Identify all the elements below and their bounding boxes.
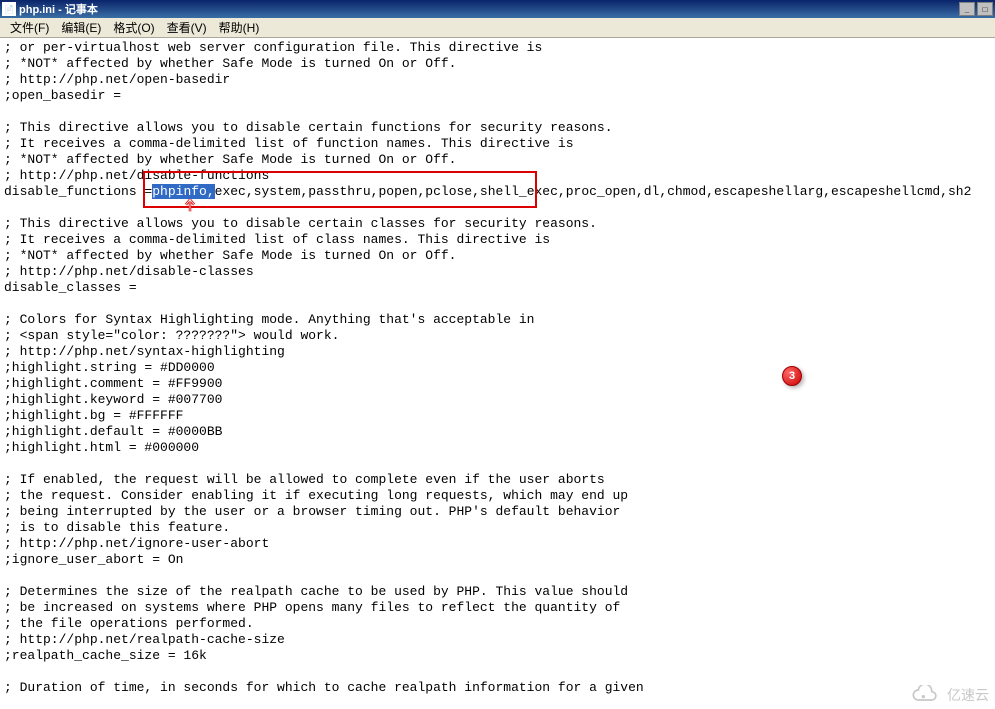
menu-help[interactable]: 帮助(H) <box>213 17 266 38</box>
window-title: php.ini - 记事本 <box>19 1 98 17</box>
text-line <box>4 296 991 312</box>
text-line: disable_functions =phpinfo,exec,system,p… <box>4 184 991 200</box>
watermark: 亿速云 <box>907 685 989 705</box>
text-line: ; It receives a comma-delimited list of … <box>4 232 991 248</box>
menu-view[interactable]: 查看(V) <box>161 17 213 38</box>
watermark-text: 亿速云 <box>947 685 989 705</box>
text-line: ; This directive allows you to disable c… <box>4 216 991 232</box>
text-line: ; is to disable this feature. <box>4 520 991 536</box>
editor-area[interactable]: ; or per-virtualhost web server configur… <box>0 38 995 709</box>
text-line: ; It receives a comma-delimited list of … <box>4 136 991 152</box>
text-line <box>4 104 991 120</box>
text-segment: exec,system,passthru,popen,pclose,shell_… <box>215 184 972 199</box>
text-line: ; Duration of time, in seconds for which… <box>4 680 991 696</box>
text-line: ; Determines the size of the realpath ca… <box>4 584 991 600</box>
text-line: ; http://php.net/open-basedir <box>4 72 991 88</box>
cloud-icon <box>907 685 943 705</box>
text-line: ; be increased on systems where PHP open… <box>4 600 991 616</box>
notepad-icon: 📄 <box>2 2 16 16</box>
text-line: disable_classes = <box>4 280 991 296</box>
menu-format[interactable]: 格式(O) <box>107 17 160 38</box>
menu-edit[interactable]: 编辑(E) <box>55 17 107 38</box>
text-line <box>4 568 991 584</box>
text-line: ; *NOT* affected by whether Safe Mode is… <box>4 56 991 72</box>
text-line: ; *NOT* affected by whether Safe Mode is… <box>4 152 991 168</box>
text-line: ; <span style="color: ???????"> would wo… <box>4 328 991 344</box>
text-line: ;ignore_user_abort = On <box>4 552 991 568</box>
badge-number: 3 <box>789 370 795 382</box>
text-line: ;highlight.keyword = #007700 <box>4 392 991 408</box>
selected-text: phpinfo, <box>152 184 214 199</box>
minimize-button[interactable]: _ <box>959 2 975 16</box>
annotation-step-badge: 3 <box>782 366 802 386</box>
text-line <box>4 200 991 216</box>
text-line: ; http://php.net/ignore-user-abort <box>4 536 991 552</box>
text-line: ; This directive allows you to disable c… <box>4 120 991 136</box>
text-line: ; http://php.net/syntax-highlighting <box>4 344 991 360</box>
text-line: ; Colors for Syntax Highlighting mode. A… <box>4 312 991 328</box>
text-line <box>4 664 991 680</box>
text-line: ;highlight.bg = #FFFFFF <box>4 408 991 424</box>
text-line: ; or per-virtualhost web server configur… <box>4 40 991 56</box>
text-line: ; *NOT* affected by whether Safe Mode is… <box>4 248 991 264</box>
text-line: ;open_basedir = <box>4 88 991 104</box>
text-line: ;highlight.string = #DD0000 <box>4 360 991 376</box>
menubar: 文件(F) 编辑(E) 格式(O) 查看(V) 帮助(H) <box>0 18 995 38</box>
text-line: ;realpath_cache_size = 16k <box>4 648 991 664</box>
text-segment: disable_functions = <box>4 184 152 199</box>
text-line: ;highlight.html = #000000 <box>4 440 991 456</box>
menu-file[interactable]: 文件(F) <box>4 17 55 38</box>
text-line: ; If enabled, the request will be allowe… <box>4 472 991 488</box>
text-line: ; http://php.net/realpath-cache-size <box>4 632 991 648</box>
window-controls: _ □ <box>959 2 995 16</box>
text-line: ; http://php.net/disable-functions <box>4 168 991 184</box>
text-line: ; being interrupted by the user or a bro… <box>4 504 991 520</box>
text-line <box>4 456 991 472</box>
text-line: ; the request. Consider enabling it if e… <box>4 488 991 504</box>
maximize-button[interactable]: □ <box>977 2 993 16</box>
text-line: ;highlight.comment = #FF9900 <box>4 376 991 392</box>
titlebar: 📄 php.ini - 记事本 _ □ <box>0 0 995 18</box>
text-line: ; the file operations performed. <box>4 616 991 632</box>
text-line: ;highlight.default = #0000BB <box>4 424 991 440</box>
text-line: ; http://php.net/disable-classes <box>4 264 991 280</box>
